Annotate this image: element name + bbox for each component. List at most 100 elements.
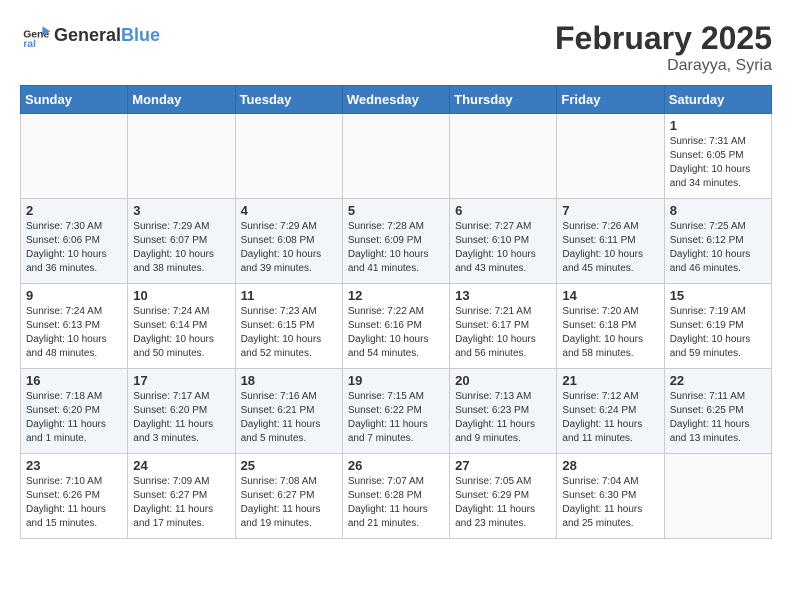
calendar-cell: 20 Sunrise: 7:13 AM Sunset: 6:23 PM Dayli…	[450, 369, 557, 454]
day-info: Sunrise: 7:26 AM Sunset: 6:11 PM Dayligh…	[562, 220, 658, 276]
calendar-cell: 21Sunrise: 7:12 AM Sunset: 6:24 PM Dayli…	[557, 369, 664, 454]
header-monday: Monday	[128, 86, 235, 114]
calendar-cell: 2Sunrise: 7:30 AM Sunset: 6:06 PM Daylig…	[21, 199, 128, 284]
calendar-cell	[450, 114, 557, 199]
day-info: Sunrise: 7:20 AM Sunset: 6:18 PM Dayligh…	[562, 305, 658, 361]
day-number: 22	[670, 373, 766, 388]
calendar-cell: 27 Sunrise: 7:05 AM Sunset: 6:29 PM Dayli…	[450, 454, 557, 539]
week-row-2: 2Sunrise: 7:30 AM Sunset: 6:06 PM Daylig…	[21, 199, 772, 284]
calendar-cell: 24 Sunrise: 7:09 AM Sunset: 6:27 PM Dayli…	[128, 454, 235, 539]
calendar-cell	[21, 114, 128, 199]
header-wednesday: Wednesday	[342, 86, 449, 114]
header-tuesday: Tuesday	[235, 86, 342, 114]
day-info: Sunrise: 7:13 AM Sunset: 6:23 PM Dayligh…	[455, 390, 551, 446]
day-number: 27	[455, 458, 551, 473]
calendar-cell: 16 Sunrise: 7:18 AM Sunset: 6:20 PM Dayli…	[21, 369, 128, 454]
day-number: 17	[133, 373, 229, 388]
calendar-cell: 7 Sunrise: 7:26 AM Sunset: 6:11 PM Daylig…	[557, 199, 664, 284]
calendar-table: SundayMondayTuesdayWednesdayThursdayFrid…	[20, 85, 772, 539]
day-info: Sunrise: 7:24 AM Sunset: 6:14 PM Dayligh…	[133, 305, 229, 361]
day-number: 1	[670, 118, 766, 133]
day-number: 8	[670, 203, 766, 218]
week-row-3: 9Sunrise: 7:24 AM Sunset: 6:13 PM Daylig…	[21, 284, 772, 369]
calendar-cell: 6 Sunrise: 7:27 AM Sunset: 6:10 PM Daylig…	[450, 199, 557, 284]
day-info: Sunrise: 7:29 AM Sunset: 6:07 PM Dayligh…	[133, 220, 229, 276]
day-number: 9	[26, 288, 122, 303]
header-saturday: Saturday	[664, 86, 771, 114]
day-info: Sunrise: 7:04 AM Sunset: 6:30 PM Dayligh…	[562, 475, 658, 531]
calendar-cell: 18Sunrise: 7:16 AM Sunset: 6:21 PM Dayli…	[235, 369, 342, 454]
day-info: Sunrise: 7:09 AM Sunset: 6:27 PM Dayligh…	[133, 475, 229, 531]
day-number: 19	[348, 373, 444, 388]
day-info: Sunrise: 7:10 AM Sunset: 6:26 PM Dayligh…	[26, 475, 122, 531]
day-info: Sunrise: 7:28 AM Sunset: 6:09 PM Dayligh…	[348, 220, 444, 276]
day-number: 13	[455, 288, 551, 303]
day-info: Sunrise: 7:30 AM Sunset: 6:06 PM Dayligh…	[26, 220, 122, 276]
day-number: 23	[26, 458, 122, 473]
location: Darayya, Syria	[555, 57, 772, 75]
day-number: 28	[562, 458, 658, 473]
calendar-cell: 28 Sunrise: 7:04 AM Sunset: 6:30 PM Dayli…	[557, 454, 664, 539]
logo: Gene ral GeneralBlue	[20, 20, 160, 52]
day-number: 5	[348, 203, 444, 218]
day-info: Sunrise: 7:05 AM Sunset: 6:29 PM Dayligh…	[455, 475, 551, 531]
day-info: Sunrise: 7:23 AM Sunset: 6:15 PM Dayligh…	[241, 305, 337, 361]
calendar-cell: 1 Sunrise: 7:31 AM Sunset: 6:05 PM Daylig…	[664, 114, 771, 199]
day-info: Sunrise: 7:17 AM Sunset: 6:20 PM Dayligh…	[133, 390, 229, 446]
calendar-cell	[342, 114, 449, 199]
logo-icon: Gene ral	[20, 20, 52, 52]
header-row: SundayMondayTuesdayWednesdayThursdayFrid…	[21, 86, 772, 114]
calendar-cell: 10 Sunrise: 7:24 AM Sunset: 6:14 PM Dayli…	[128, 284, 235, 369]
calendar-cell: 8 Sunrise: 7:25 AM Sunset: 6:12 PM Daylig…	[664, 199, 771, 284]
day-info: Sunrise: 7:12 AM Sunset: 6:24 PM Dayligh…	[562, 390, 658, 446]
day-info: Sunrise: 7:18 AM Sunset: 6:20 PM Dayligh…	[26, 390, 122, 446]
day-number: 25	[241, 458, 337, 473]
calendar-cell: 23 Sunrise: 7:10 AM Sunset: 6:26 PM Dayli…	[21, 454, 128, 539]
day-number: 4	[241, 203, 337, 218]
calendar-cell: 17 Sunrise: 7:17 AM Sunset: 6:20 PM Dayli…	[128, 369, 235, 454]
day-number: 12	[348, 288, 444, 303]
day-info: Sunrise: 7:25 AM Sunset: 6:12 PM Dayligh…	[670, 220, 766, 276]
calendar-cell: 22Sunrise: 7:11 AM Sunset: 6:25 PM Dayli…	[664, 369, 771, 454]
calendar-cell: 4 Sunrise: 7:29 AM Sunset: 6:08 PM Daylig…	[235, 199, 342, 284]
calendar-cell: 14 Sunrise: 7:20 AM Sunset: 6:18 PM Dayli…	[557, 284, 664, 369]
logo-line2: Blue	[121, 25, 160, 45]
calendar-cell: 3Sunrise: 7:29 AM Sunset: 6:07 PM Daylig…	[128, 199, 235, 284]
day-number: 24	[133, 458, 229, 473]
week-row-5: 23 Sunrise: 7:10 AM Sunset: 6:26 PM Dayli…	[21, 454, 772, 539]
day-number: 7	[562, 203, 658, 218]
logo-line1: General	[54, 25, 121, 45]
calendar-cell	[235, 114, 342, 199]
month-title: February 2025	[555, 20, 772, 57]
day-info: Sunrise: 7:15 AM Sunset: 6:22 PM Dayligh…	[348, 390, 444, 446]
day-info: Sunrise: 7:08 AM Sunset: 6:27 PM Dayligh…	[241, 475, 337, 531]
week-row-4: 16 Sunrise: 7:18 AM Sunset: 6:20 PM Dayli…	[21, 369, 772, 454]
day-number: 10	[133, 288, 229, 303]
page-header: Gene ral GeneralBlue February 2025 Daray…	[20, 20, 772, 75]
day-number: 26	[348, 458, 444, 473]
day-number: 15	[670, 288, 766, 303]
day-info: Sunrise: 7:07 AM Sunset: 6:28 PM Dayligh…	[348, 475, 444, 531]
day-number: 18	[241, 373, 337, 388]
day-number: 6	[455, 203, 551, 218]
calendar-cell: 11 Sunrise: 7:23 AM Sunset: 6:15 PM Dayli…	[235, 284, 342, 369]
header-friday: Friday	[557, 86, 664, 114]
calendar-cell	[557, 114, 664, 199]
day-number: 14	[562, 288, 658, 303]
calendar-cell: 12Sunrise: 7:22 AM Sunset: 6:16 PM Dayli…	[342, 284, 449, 369]
svg-text:ral: ral	[23, 39, 36, 50]
week-row-1: 1 Sunrise: 7:31 AM Sunset: 6:05 PM Daylig…	[21, 114, 772, 199]
calendar-cell: 5 Sunrise: 7:28 AM Sunset: 6:09 PM Daylig…	[342, 199, 449, 284]
day-info: Sunrise: 7:31 AM Sunset: 6:05 PM Dayligh…	[670, 135, 766, 191]
day-number: 11	[241, 288, 337, 303]
calendar-cell	[128, 114, 235, 199]
day-number: 20	[455, 373, 551, 388]
calendar-cell: 9Sunrise: 7:24 AM Sunset: 6:13 PM Daylig…	[21, 284, 128, 369]
day-info: Sunrise: 7:21 AM Sunset: 6:17 PM Dayligh…	[455, 305, 551, 361]
day-number: 16	[26, 373, 122, 388]
header-thursday: Thursday	[450, 86, 557, 114]
day-info: Sunrise: 7:29 AM Sunset: 6:08 PM Dayligh…	[241, 220, 337, 276]
calendar-cell: 15Sunrise: 7:19 AM Sunset: 6:19 PM Dayli…	[664, 284, 771, 369]
day-info: Sunrise: 7:27 AM Sunset: 6:10 PM Dayligh…	[455, 220, 551, 276]
header-sunday: Sunday	[21, 86, 128, 114]
